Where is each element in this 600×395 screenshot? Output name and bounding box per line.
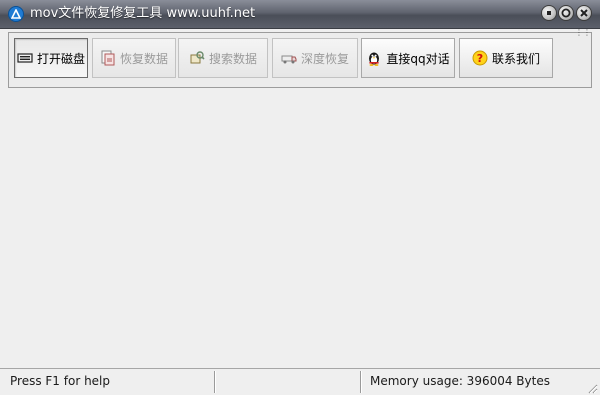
deep-recover-label: 深度恢复	[300, 51, 349, 66]
status-help-text: Press F1 for help	[10, 374, 111, 388]
contact-us-button[interactable]: ? 联系我们	[459, 38, 553, 78]
resize-grip-icon[interactable]	[586, 382, 598, 394]
disk-icon	[17, 53, 33, 63]
search-data-icon	[190, 51, 205, 64]
toolbar: ⋮⋮ 打开磁盘 恢复数据 搜索数据 深度恢复 直接qq对话 ? 联系我们	[8, 29, 592, 88]
qq-chat-label: 直接qq对话	[386, 51, 450, 66]
deep-recover-icon	[281, 55, 297, 64]
main-window: mov文件恢复修复工具 www.uuhf.net ⋮⋮ 打开磁盘 恢复数据 搜索…	[0, 0, 600, 395]
restore-data-button[interactable]: 恢复数据	[92, 38, 176, 78]
qq-penguin-icon	[369, 52, 380, 66]
app-logo-icon	[8, 6, 24, 22]
maximize-button[interactable]	[558, 5, 574, 21]
main-content-area[interactable]	[0, 92, 600, 368]
status-memory-usage: Memory usage: 396004 Bytes	[370, 374, 550, 388]
status-divider	[360, 371, 362, 393]
minimize-icon	[547, 11, 551, 15]
open-disk-button[interactable]: 打开磁盘	[14, 38, 88, 78]
svg-text:?: ?	[477, 52, 483, 65]
status-divider	[214, 371, 216, 393]
minimize-button[interactable]	[541, 5, 557, 21]
close-button[interactable]	[576, 5, 592, 21]
restore-data-label: 恢复数据	[119, 51, 168, 66]
open-disk-label: 打开磁盘	[36, 51, 85, 66]
restore-data-icon	[101, 50, 115, 66]
contact-us-label: 联系我们	[491, 51, 540, 66]
qq-chat-button[interactable]: 直接qq对话	[361, 38, 455, 78]
maximize-icon	[561, 8, 571, 18]
search-data-button[interactable]: 搜索数据	[178, 38, 268, 78]
close-icon	[580, 9, 588, 17]
search-data-label: 搜索数据	[208, 51, 257, 66]
title-bar[interactable]: mov文件恢复修复工具 www.uuhf.net	[0, 0, 600, 29]
toolbar-grip[interactable]: ⋮⋮	[575, 29, 591, 37]
status-middle-pane	[220, 372, 358, 391]
window-title: mov文件恢复修复工具 www.uuhf.net	[30, 6, 256, 21]
help-question-icon: ?	[472, 50, 488, 66]
deep-recover-button[interactable]: 深度恢复	[272, 38, 358, 78]
status-bar: Press F1 for help Memory usage: 396004 B…	[0, 368, 600, 395]
